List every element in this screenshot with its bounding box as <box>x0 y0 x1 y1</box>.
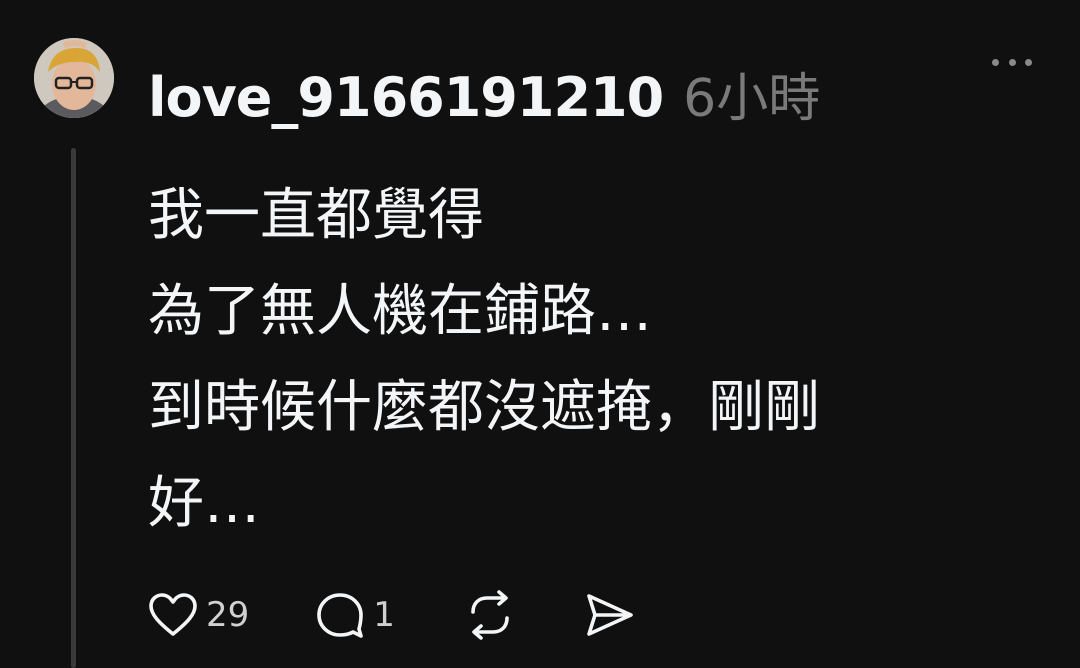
reply-count: 1 <box>373 595 395 635</box>
post-actions: 29 1 <box>148 585 635 645</box>
send-icon <box>587 594 633 636</box>
reply-button[interactable]: 1 <box>315 591 395 639</box>
more-options-button[interactable] <box>988 50 1036 74</box>
share-button[interactable] <box>585 592 635 638</box>
repost-icon <box>471 590 509 640</box>
user-avatar-photo <box>34 38 114 118</box>
heart-icon <box>149 593 197 636</box>
like-button[interactable]: 29 <box>148 592 249 638</box>
thread-line <box>71 148 76 668</box>
post-text-line: 到時候什麼都沒遮掩，剛剛 <box>148 375 820 440</box>
post-text-line: 好… <box>148 471 260 536</box>
post-header: love_9166191210 6小時 <box>148 56 820 136</box>
speech-bubble-icon <box>317 593 364 638</box>
username[interactable]: love_9166191210 <box>148 66 664 129</box>
post-text-line: 為了無人機在鋪路… <box>148 279 652 344</box>
repost-button[interactable] <box>465 590 515 640</box>
post-text-line: 我一直都覺得 <box>148 183 484 248</box>
more-dots-icon <box>1025 58 1032 66</box>
avatar[interactable] <box>34 38 114 118</box>
timestamp[interactable]: 6小時 <box>683 56 820 131</box>
post-text: 我一直都覺得 為了無人機在鋪路… 到時候什麼都沒遮掩，剛剛 好… <box>148 168 1028 552</box>
like-count: 29 <box>206 595 250 635</box>
more-dots-icon <box>1008 58 1016 66</box>
more-dots-icon <box>992 58 999 66</box>
